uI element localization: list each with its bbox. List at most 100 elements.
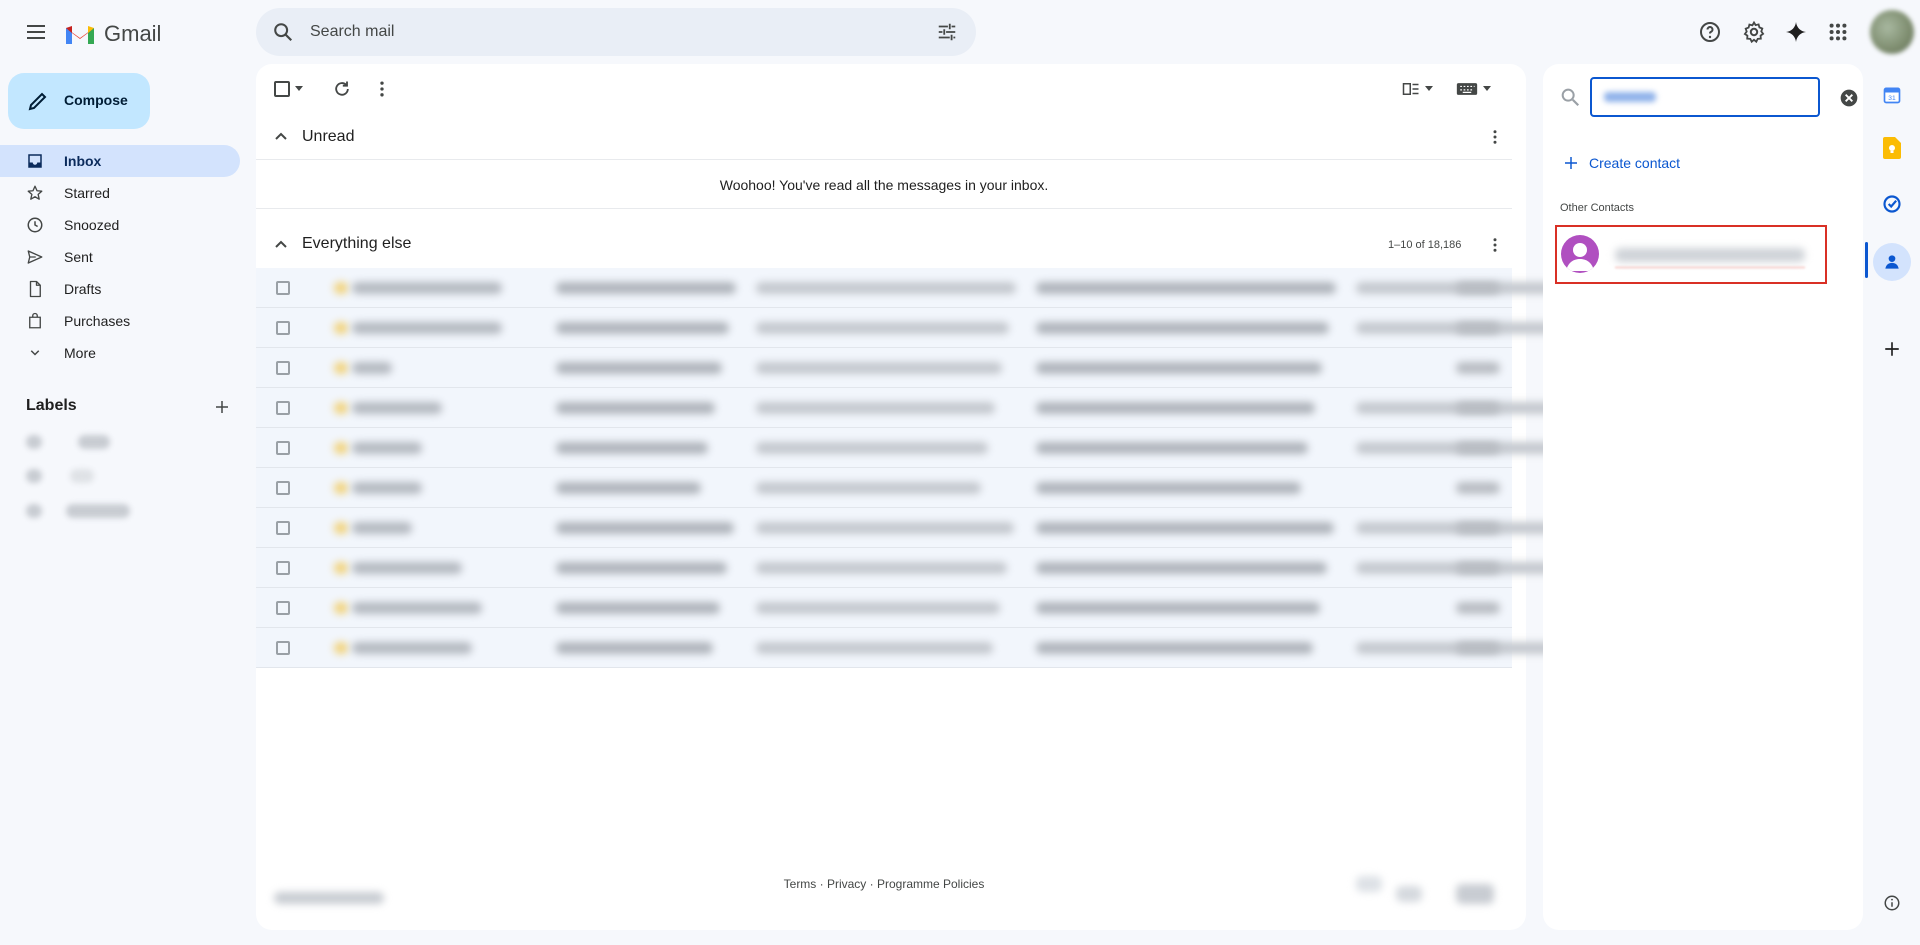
message-date — [1456, 562, 1500, 574]
row-checkbox[interactable] — [276, 521, 290, 535]
support-button[interactable] — [1690, 12, 1730, 52]
create-label-button[interactable] — [202, 387, 242, 427]
message-snippet — [756, 522, 1014, 534]
caret-down-icon[interactable] — [1424, 85, 1434, 93]
label-item[interactable] — [66, 504, 130, 518]
contacts-addon[interactable] — [1873, 243, 1911, 281]
star-icon — [334, 402, 348, 414]
gmail-logo[interactable]: Gmail — [64, 18, 161, 50]
message-snippet — [1036, 642, 1313, 654]
contact-search-input[interactable] — [1590, 77, 1820, 117]
table-row[interactable] — [256, 308, 1709, 348]
row-checkbox[interactable] — [276, 481, 290, 495]
sidebar-item-inbox[interactable]: Inbox — [0, 145, 240, 177]
sender-name — [352, 602, 482, 614]
table-row[interactable] — [256, 428, 1688, 468]
caret-down-icon[interactable] — [294, 85, 304, 93]
row-checkbox[interactable] — [276, 601, 290, 615]
contact-result-item[interactable] — [1555, 225, 1827, 284]
message-date — [1456, 402, 1500, 414]
chevron-up-icon[interactable] — [274, 131, 288, 141]
section-title-everything-else[interactable]: Everything else — [302, 235, 411, 253]
side-panel-info-button[interactable] — [1875, 886, 1909, 920]
table-row[interactable] — [256, 588, 1512, 628]
message-snippet — [756, 442, 988, 454]
apps-button[interactable] — [1818, 12, 1858, 52]
star-icon — [334, 282, 348, 294]
search-options-icon[interactable] — [936, 21, 958, 43]
message-snippet — [1036, 562, 1327, 574]
sidebar-item-snoozed[interactable]: Snoozed — [0, 209, 240, 241]
search-icon[interactable] — [272, 21, 294, 43]
message-snippet — [1036, 482, 1301, 494]
table-row[interactable] — [256, 348, 1512, 388]
sidebar-item-sent[interactable]: Sent — [0, 241, 240, 273]
keep-addon[interactable] — [1875, 131, 1909, 165]
refresh-icon[interactable] — [332, 79, 352, 99]
divider — [256, 208, 1512, 209]
row-checkbox[interactable] — [276, 561, 290, 575]
table-row[interactable] — [256, 548, 1707, 588]
star-icon — [334, 322, 348, 334]
mail-list-panel: Unread Woohoo! You've read all the messa… — [256, 64, 1716, 930]
search-bar[interactable]: Search mail — [256, 8, 976, 56]
sidebar-item-purchases[interactable]: Purchases — [0, 305, 240, 337]
clear-search-button[interactable] — [1829, 78, 1869, 118]
compose-button[interactable]: Compose — [8, 73, 150, 129]
gmail-m-icon — [66, 26, 94, 44]
sidebar-item-label: Sent — [64, 249, 93, 265]
sender-name — [352, 322, 502, 334]
row-checkbox[interactable] — [276, 281, 290, 295]
calendar-addon[interactable]: 31 — [1875, 78, 1909, 112]
compose-label: Compose — [64, 92, 128, 108]
message-snippet — [556, 562, 727, 574]
sparkle-icon — [1786, 22, 1806, 42]
section-options-icon[interactable] — [1486, 128, 1504, 146]
star-icon — [334, 642, 348, 654]
get-addons-button[interactable] — [1875, 332, 1909, 366]
table-row[interactable] — [256, 388, 1695, 428]
tasks-addon[interactable] — [1875, 187, 1909, 221]
star-icon — [334, 602, 348, 614]
chevron-up-icon[interactable] — [274, 239, 288, 249]
row-checkbox[interactable] — [276, 361, 290, 375]
create-contact-button[interactable]: Create contact — [1563, 151, 1680, 175]
settings-button[interactable] — [1734, 12, 1774, 52]
sidebar-item-label: More — [64, 345, 96, 361]
plus-icon — [216, 401, 228, 413]
section-title-unread[interactable]: Unread — [302, 128, 354, 146]
row-checkbox[interactable] — [276, 321, 290, 335]
table-row[interactable] — [256, 268, 1716, 308]
sidebar-item-more[interactable]: More — [0, 337, 240, 369]
row-checkbox[interactable] — [276, 441, 290, 455]
section-options-icon[interactable] — [1486, 236, 1504, 254]
row-checkbox[interactable] — [276, 641, 290, 655]
table-row[interactable] — [256, 508, 1714, 548]
split-pane-icon[interactable] — [1402, 81, 1420, 97]
row-checkbox[interactable] — [276, 401, 290, 415]
label-item[interactable] — [78, 435, 110, 449]
caret-down-icon[interactable] — [1482, 85, 1492, 93]
sidebar-item-starred[interactable]: Starred — [0, 177, 240, 209]
message-date — [1456, 362, 1500, 374]
keyboard-icon[interactable] — [1456, 80, 1478, 98]
message-snippet — [556, 522, 734, 534]
table-row[interactable] — [256, 628, 1693, 668]
table-row[interactable] — [256, 468, 1512, 508]
message-snippet — [1036, 442, 1308, 454]
account-avatar[interactable] — [1870, 10, 1914, 54]
main-menu-button[interactable] — [16, 12, 56, 52]
more-vert-icon[interactable] — [372, 79, 392, 99]
search-input[interactable]: Search mail — [310, 23, 394, 41]
message-date — [1456, 642, 1500, 654]
label-item[interactable] — [70, 469, 94, 483]
message-snippet — [1036, 362, 1322, 374]
gemini-button[interactable] — [1776, 12, 1816, 52]
message-snippet — [756, 402, 995, 414]
message-snippet — [556, 642, 713, 654]
sidebar-item-drafts[interactable]: Drafts — [0, 273, 240, 305]
select-all-checkbox[interactable] — [274, 81, 290, 97]
star-icon — [334, 522, 348, 534]
label-color-dot — [26, 504, 42, 518]
footer-links[interactable]: Terms · Privacy · Programme Policies — [256, 877, 1512, 891]
